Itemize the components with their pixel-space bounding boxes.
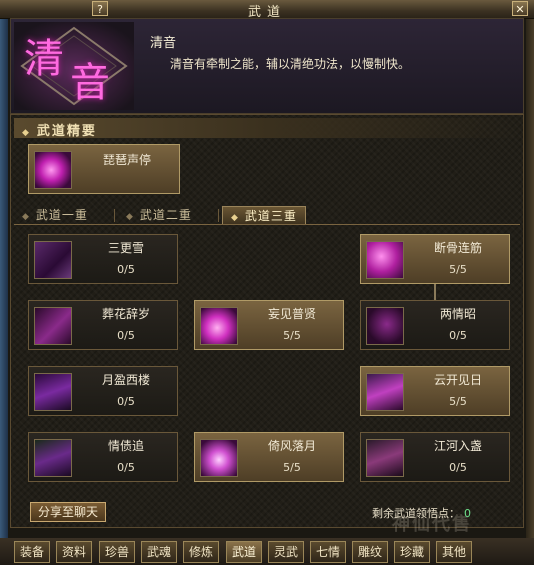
- tab-tier-1[interactable]: ◆ 武道一重: [22, 206, 88, 224]
- close-button[interactable]: ✕: [512, 1, 528, 16]
- essence-skill-name: 琵琶声停: [102, 153, 151, 167]
- diamond-icon: ◆: [231, 213, 239, 223]
- skill-level: 5/5: [283, 329, 301, 342]
- nav-collection[interactable]: 珍藏: [394, 541, 430, 563]
- essence-skill-card[interactable]: 琵琶声停: [28, 144, 180, 194]
- share-to-chat-button[interactable]: 分享至聊天: [30, 502, 106, 522]
- tab-label: 武道三重: [244, 209, 297, 223]
- skill-level: 5/5: [449, 395, 467, 408]
- nav-carvings[interactable]: 雕纹: [352, 541, 388, 563]
- skill-name: 两情昭: [439, 307, 476, 321]
- skill-card[interactable]: 断骨连筋 5/5: [360, 234, 510, 284]
- remaining-points: 剩余武道领悟点： 0: [372, 505, 471, 521]
- skill-name: 月盈西楼: [101, 373, 150, 387]
- remaining-points-value: 0: [464, 507, 471, 520]
- nav-other[interactable]: 其他: [436, 541, 472, 563]
- skill-card[interactable]: 两情昭 0/5: [360, 300, 510, 350]
- skill-name: 断骨连筋: [433, 241, 482, 255]
- help-button[interactable]: ?: [92, 1, 108, 16]
- skill-name: 葬花辞岁: [101, 307, 150, 321]
- nav-cultivation[interactable]: 修炼: [183, 541, 219, 563]
- nav-soul[interactable]: 武魂: [141, 541, 177, 563]
- skill-card[interactable]: 情债追 0/5: [28, 432, 178, 482]
- skill-name: 妄见普贤: [267, 307, 316, 321]
- tier-tabs: ◆ 武道一重 ◆ 武道二重 ◆ 武道三重: [14, 206, 520, 225]
- snow-skill-icon: [34, 241, 72, 279]
- skill-school-description: 清音有牵制之能，辅以清绝功法，以慢制快。: [170, 57, 411, 71]
- skill-level: 5/5: [449, 263, 467, 276]
- skill-level: 0/5: [117, 461, 135, 474]
- nav-profile[interactable]: 资料: [56, 541, 92, 563]
- diamond-icon: ◆: [22, 212, 30, 222]
- tab-tier-3[interactable]: ◆ 武道三重: [222, 206, 306, 224]
- skill-card[interactable]: 葬花辞岁 0/5: [28, 300, 178, 350]
- river-skill-icon: [366, 439, 404, 477]
- nav-pets[interactable]: 珍兽: [99, 541, 135, 563]
- skill-card[interactable]: 妄见普贤 5/5: [194, 300, 344, 350]
- essence-section-title: ◆ 武道精要: [22, 120, 97, 139]
- right-frame-strip: [526, 18, 534, 565]
- bone-skill-icon: [366, 241, 404, 279]
- pipa-skill-icon: [34, 151, 72, 189]
- tab-label: 武道一重: [35, 208, 88, 222]
- skill-level: 0/5: [449, 329, 467, 342]
- skill-level: 5/5: [283, 461, 301, 474]
- tab-tier-2[interactable]: ◆ 武道二重: [126, 206, 192, 224]
- skill-card[interactable]: 倚风落月 5/5: [194, 432, 344, 482]
- nav-spirit-weapon[interactable]: 灵武: [268, 541, 304, 563]
- emblem-char-2: 音: [70, 60, 110, 106]
- emblem-char-1: 清: [24, 36, 64, 82]
- skill-card[interactable]: 江河入盏 0/5: [360, 432, 510, 482]
- skill-level: 0/5: [449, 461, 467, 474]
- nav-martial-way[interactable]: 武道: [226, 541, 262, 563]
- nav-equipment[interactable]: 装备: [14, 541, 50, 563]
- left-frame-strip: [0, 18, 8, 565]
- skill-name: 倚风落月: [267, 439, 316, 453]
- skill-name: 三更雪: [107, 241, 144, 255]
- wind-skill-icon: [200, 439, 238, 477]
- essence-title-text: 武道精要: [36, 124, 97, 139]
- skill-card[interactable]: 三更雪 0/5: [28, 234, 178, 284]
- remaining-points-label: 剩余武道领悟点：: [372, 507, 460, 520]
- skill-level: 0/5: [117, 395, 135, 408]
- skill-level: 0/5: [117, 263, 135, 276]
- tab-label: 武道二重: [139, 208, 192, 222]
- debt-skill-icon: [34, 439, 72, 477]
- diamond-icon: ◆: [22, 128, 31, 138]
- diamond-icon: ◆: [126, 212, 134, 222]
- skill-card[interactable]: 云开见日 5/5: [360, 366, 510, 416]
- skill-name: 情债追: [107, 439, 144, 453]
- skill-connector: [434, 283, 436, 301]
- skill-name: 江河入盏: [433, 439, 482, 453]
- skill-name: 云开见日: [433, 373, 482, 387]
- tab-divider: [114, 209, 115, 222]
- vision-skill-icon: [200, 307, 238, 345]
- dual-skill-icon: [366, 307, 404, 345]
- sun-skill-icon: [366, 373, 404, 411]
- moon-skill-icon: [34, 373, 72, 411]
- tab-divider: [218, 209, 219, 222]
- nav-emotions[interactable]: 七情: [310, 541, 346, 563]
- skill-level: 0/5: [117, 329, 135, 342]
- skill-school-name: 清音: [150, 36, 177, 51]
- flower-skill-icon: [34, 307, 72, 345]
- skill-card[interactable]: 月盈西楼 0/5: [28, 366, 178, 416]
